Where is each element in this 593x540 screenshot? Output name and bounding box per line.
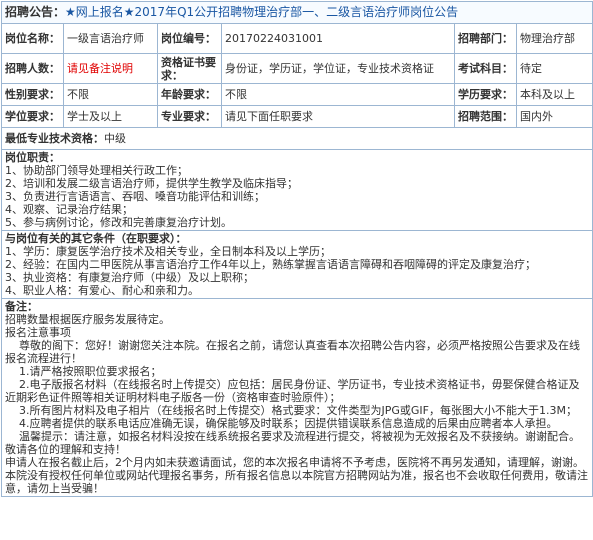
age-label: 年龄要求： xyxy=(157,83,222,106)
degree-label: 学位要求： xyxy=(1,105,64,128)
notes-line: 本院没有授权任何单位或网站代理报名事务，所有报名信息以本院官方招聘网站为准，报名… xyxy=(5,469,588,495)
header-row: 招聘公告：★网上报名★2017年Q1公开招聘物理治疗部一、二级言语治疗师岗位公告 xyxy=(0,1,593,24)
gender-value: 不限 xyxy=(63,83,158,106)
notes-title: 备注： xyxy=(5,300,38,313)
notes-cell: 备注： 招聘数量根据医疗服务发展待定。 报名注意事项 尊敬的阁下：您好！谢谢您关… xyxy=(0,298,593,497)
conditions-cell: 与岗位有关的其它条件（在职要求）： 1、学历：康复医学治疗技术及相关专业，全日制… xyxy=(0,230,593,299)
row-degree: 学位要求： 学士及以上 专业要求： 请见下面任职要求 招聘范围： 国内外 xyxy=(1,105,593,128)
dept-value: 物理治疗部 xyxy=(515,23,593,54)
cert-label: 资格证书要求： xyxy=(157,53,222,84)
duty-item: 4、观察、记录治疗结果； xyxy=(5,203,133,216)
row-conditions: 与岗位有关的其它条件（在职要求）： 1、学历：康复医学治疗技术及相关专业，全日制… xyxy=(0,230,593,299)
count-value: 请见备注说明 xyxy=(63,53,158,84)
duty-item: 3、负责进行言语语言、吞咽、嗓音功能评估和训练； xyxy=(5,190,265,203)
row-count: 招聘人数： 请见备注说明 资格证书要求： 身份证，学历证，学位证，专业技术资格证… xyxy=(1,53,593,84)
condition-item: 1、学历：康复医学治疗技术及相关专业，全日制本科及以上学历； xyxy=(5,245,331,258)
count-label: 招聘人数： xyxy=(1,53,64,84)
condition-item: 2、经验：在国内二甲医院从事言语治疗工作4年以上，熟练掌握言语语言障碍和吞咽障碍… xyxy=(5,258,536,271)
edu-value: 本科及以上 xyxy=(515,83,593,106)
post-name-value: 一级言语治疗师 xyxy=(63,23,158,54)
row-gender: 性别要求： 不限 年龄要求： 不限 学历要求： 本科及以上 xyxy=(1,83,593,106)
cert-value: 身份证，学历证，学位证，专业技术资格证 xyxy=(221,53,455,84)
notes-line: 尊敬的阁下：您好！谢谢您关注本院。在报名之前，请您认真查看本次招聘公告内容，必须… xyxy=(5,339,580,365)
degree-value: 学士及以上 xyxy=(63,105,158,128)
duty-item: 5、参与病例讨论，修改和完善康复治疗计划。 xyxy=(5,216,232,229)
post-id-value: 20170224031001 xyxy=(221,23,455,54)
job-posting-table: 招聘公告：★网上报名★2017年Q1公开招聘物理治疗部一、二级言语治疗师岗位公告… xyxy=(0,1,593,497)
notes-line: 招聘数量根据医疗服务发展待定。 xyxy=(5,313,170,326)
notes-line: 3.所有图片材料及电子相片（在线报名时上传提交）格式要求：文件类型为JPG或GI… xyxy=(5,404,577,417)
duties-cell: 岗位职责： 1、协助部门领导处理相关行政工作； 2、培训和发展二级言语治疗师，提… xyxy=(0,149,593,231)
announcement-label: 招聘公告： xyxy=(5,5,66,19)
notes-line: 1.请严格按照职位要求报名； xyxy=(5,365,162,378)
age-value: 不限 xyxy=(221,83,455,106)
condition-item: 3、执业资格：有康复治疗师（中级）及以上职称； xyxy=(5,271,254,284)
notes-line: 4.应聘者提供的联系电话应准确无误，确保能够及时联系；因提供错误联系信息造成的后… xyxy=(5,417,558,430)
exam-value: 待定 xyxy=(515,53,593,84)
post-id-label: 岗位编号： xyxy=(157,23,222,54)
conditions-title: 与岗位有关的其它条件（在职要求）： xyxy=(5,232,187,245)
row-post: 岗位名称： 一级言语治疗师 岗位编号： 20170224031001 招聘部门：… xyxy=(1,23,593,54)
announcement-cell: 招聘公告：★网上报名★2017年Q1公开招聘物理治疗部一、二级言语治疗师岗位公告 xyxy=(0,1,593,24)
notes-line: 申请人在报名截止后，2个月内如未获邀请面试，您的本次报名申请将不予考虑，医院将不… xyxy=(5,456,584,469)
scope-label: 招聘范围： xyxy=(454,105,517,128)
notes-line: 2.电子版报名材料（在线报名时上传提交）应包括：居民身份证、学历证书，专业技术资… xyxy=(5,378,580,404)
row-notes: 备注： 招聘数量根据医疗服务发展待定。 报名注意事项 尊敬的阁下：您好！谢谢您关… xyxy=(0,298,593,497)
notes-line: 报名注意事项 xyxy=(5,326,71,339)
notes-line: 温馨提示：请注意，如报名材料没按在线系统报名要求及流程进行提交，将被视为无效报名… xyxy=(5,430,580,456)
duties-title: 岗位职责： xyxy=(5,151,60,164)
row-duties: 岗位职责： 1、协助部门领导处理相关行政工作； 2、培训和发展二级言语治疗师，提… xyxy=(0,149,593,231)
duty-item: 2、培训和发展二级言语治疗师，提供学生教学及临床指导； xyxy=(5,177,298,190)
duty-item: 1、协助部门领导处理相关行政工作； xyxy=(5,164,188,177)
row-qualification: 最低专业技术资格：中级 xyxy=(0,127,593,150)
announcement-title: ★网上报名★2017年Q1公开招聘物理治疗部一、二级言语治疗师岗位公告 xyxy=(65,5,459,19)
condition-item: 4、职业人格：有爱心、耐心和亲和力。 xyxy=(5,284,199,297)
qualification-value: 中级 xyxy=(104,132,126,145)
post-name-label: 岗位名称： xyxy=(1,23,64,54)
major-value: 请见下面任职要求 xyxy=(221,105,455,128)
qualification-label: 最低专业技术资格： xyxy=(5,132,104,145)
scope-value: 国内外 xyxy=(515,105,593,128)
edu-label: 学历要求： xyxy=(454,83,517,106)
qualification-cell: 最低专业技术资格：中级 xyxy=(0,127,593,150)
dept-label: 招聘部门： xyxy=(454,23,517,54)
exam-label: 考试科目： xyxy=(454,53,517,84)
gender-label: 性别要求： xyxy=(1,83,64,106)
major-label: 专业要求： xyxy=(157,105,222,128)
